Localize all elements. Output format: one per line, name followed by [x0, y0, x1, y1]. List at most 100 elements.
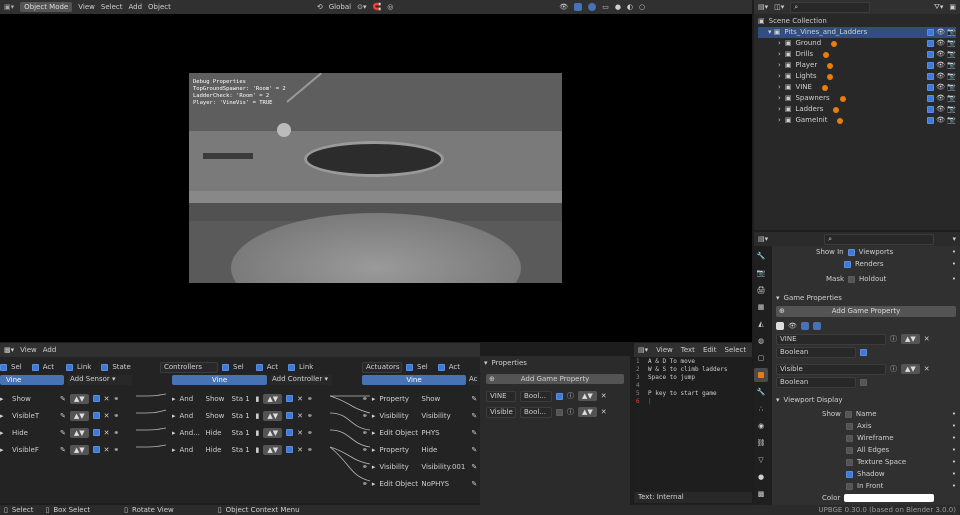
- particles-tab-icon[interactable]: ∴: [754, 402, 768, 416]
- pin-icon[interactable]: ✎: [471, 412, 477, 420]
- property-type-dropdown[interactable]: Boolean: [776, 376, 856, 388]
- outliner-item[interactable]: › ▣ Ground 👁 📷: [758, 38, 956, 49]
- remove-icon[interactable]: ✕: [104, 446, 110, 454]
- expand-icon[interactable]: ›: [778, 104, 781, 115]
- tool-tab-icon[interactable]: 🔧: [754, 249, 768, 263]
- data-tab-icon[interactable]: ▽: [754, 453, 768, 467]
- view-layer-tab-icon[interactable]: ▦: [754, 300, 768, 314]
- sensor-row[interactable]: ▸ VisibleF ✎ ▲▼ ✕ ⚭: [0, 441, 140, 458]
- menu-text[interactable]: Text: [681, 346, 695, 354]
- remove-icon[interactable]: ✕: [924, 365, 930, 373]
- move-arrows[interactable]: ▲▼: [901, 334, 920, 344]
- properties-search[interactable]: ⌕: [824, 233, 935, 245]
- add-controller-dropdown[interactable]: Add Controller ▾: [270, 375, 332, 385]
- option-checkbox[interactable]: [846, 434, 853, 442]
- editor-type-icon[interactable]: ▤▾: [758, 3, 768, 11]
- exclude-checkbox[interactable]: [926, 39, 934, 47]
- exclude-checkbox[interactable]: [926, 116, 934, 124]
- sensor-sel-checkbox[interactable]: [0, 363, 7, 371]
- sensor-row[interactable]: ▸ VisibleT ✎ ▲▼ ✕ ⚭: [0, 407, 140, 424]
- property-value-checkbox[interactable]: [860, 348, 867, 356]
- actuator-name[interactable]: NoPHYS: [421, 480, 467, 488]
- pin-icon[interactable]: ✎: [471, 395, 477, 403]
- shading-solid-icon[interactable]: ●: [615, 3, 621, 11]
- visibility-icon[interactable]: 👁: [559, 3, 568, 11]
- collection-row[interactable]: ▾ ▣ Pits_Vines_and_Ladders 👁 📷: [758, 27, 956, 38]
- property-type-dropdown[interactable]: Boolean: [776, 346, 856, 358]
- pin-icon[interactable]: ✎: [60, 412, 66, 420]
- text-content[interactable]: A & D To move W & S to climb ladders Spa…: [648, 358, 748, 406]
- mode-dropdown[interactable]: Object Mode: [20, 2, 73, 12]
- menu-edit[interactable]: Edit: [703, 346, 717, 354]
- move-arrows[interactable]: ▲▼: [901, 364, 920, 374]
- option-checkbox[interactable]: [846, 482, 853, 490]
- eye-icon[interactable]: 👁: [936, 83, 945, 91]
- camera-icon[interactable]: 📷: [947, 105, 956, 113]
- display-mode-icon[interactable]: ◫▾: [774, 3, 784, 11]
- link-icon[interactable]: ⚭: [114, 429, 120, 437]
- debug-toggle-icon[interactable]: ⓘ: [890, 364, 897, 374]
- camera-icon[interactable]: 📷: [947, 116, 956, 124]
- sensor-object[interactable]: Vine: [0, 375, 64, 385]
- viewport-display-option[interactable]: In Front •: [776, 480, 956, 492]
- camera-icon[interactable]: 📷: [947, 61, 956, 69]
- debug-toggle-icon[interactable]: ⓘ: [567, 407, 574, 417]
- property-name-field[interactable]: VINE: [486, 390, 516, 402]
- options-icon[interactable]: ▾: [952, 235, 956, 243]
- eye-icon[interactable]: 👁: [936, 39, 945, 47]
- add-actuator-dropdown[interactable]: Ac: [469, 375, 479, 385]
- expand-icon[interactable]: ›: [778, 49, 781, 60]
- world-tab-icon[interactable]: ◍: [754, 334, 768, 348]
- move-arrows[interactable]: ▲▼: [578, 391, 597, 401]
- filter-icon[interactable]: [776, 321, 784, 330]
- active-checkbox[interactable]: [92, 412, 100, 419]
- camera-icon[interactable]: 📷: [947, 72, 956, 80]
- controller-object[interactable]: Vine: [172, 375, 267, 385]
- expand-icon[interactable]: ›: [778, 38, 781, 49]
- sensor-act-checkbox[interactable]: [31, 363, 39, 371]
- menu-view[interactable]: View: [656, 346, 673, 354]
- property-name-field[interactable]: VINE: [776, 333, 886, 345]
- viewport-display-option[interactable]: All Edges •: [776, 444, 956, 456]
- viewport-display-option[interactable]: Wireframe •: [776, 432, 956, 444]
- controller-sel-checkbox[interactable]: [222, 363, 229, 371]
- render-tab-icon[interactable]: 📷: [754, 266, 768, 280]
- property-value-checkbox[interactable]: [556, 408, 563, 416]
- property-value-checkbox[interactable]: [556, 392, 563, 400]
- editor-type-icon[interactable]: ▣▾: [4, 3, 14, 11]
- new-collection-icon[interactable]: ▣: [949, 3, 956, 11]
- active-checkbox[interactable]: [92, 395, 100, 402]
- outliner-item[interactable]: › ▣ GameInit 👁 📷: [758, 115, 956, 126]
- expand-icon[interactable]: ›: [778, 93, 781, 104]
- actuator-name[interactable]: Visibility: [421, 412, 467, 420]
- eye-icon[interactable]: 👁: [936, 105, 945, 113]
- option-checkbox[interactable]: [844, 410, 852, 418]
- eye-icon[interactable]: 👁: [936, 94, 945, 102]
- copy-icon[interactable]: [800, 321, 809, 330]
- actuator-act-checkbox[interactable]: [437, 363, 445, 371]
- transform-orientation-icon[interactable]: ⟲: [317, 3, 323, 11]
- option-checkbox[interactable]: [846, 446, 853, 454]
- option-checkbox[interactable]: [846, 458, 853, 466]
- sensor-name[interactable]: VisibleT: [12, 412, 56, 420]
- sensor-row[interactable]: ▸ Show ✎ ▲▼ ✕ ⚭: [0, 390, 140, 407]
- link-icon[interactable]: ⚭: [114, 412, 120, 420]
- property-name-field[interactable]: Visible: [486, 406, 516, 418]
- viewport-display-option[interactable]: Axis •: [776, 420, 956, 432]
- camera-icon[interactable]: 📷: [947, 83, 956, 91]
- exclude-checkbox[interactable]: [926, 50, 934, 58]
- pin-icon[interactable]: ✎: [471, 446, 477, 454]
- camera-icon[interactable]: 📷: [947, 39, 956, 47]
- move-arrows[interactable]: ▲▼: [69, 393, 89, 404]
- pin-icon[interactable]: ✎: [471, 480, 477, 488]
- menu-view[interactable]: View: [20, 346, 37, 354]
- menu-select[interactable]: Select: [101, 3, 123, 11]
- expand-icon[interactable]: ›: [778, 60, 781, 71]
- exclude-checkbox[interactable]: [926, 72, 934, 80]
- property-type-dropdown[interactable]: Bool...: [520, 406, 552, 418]
- actuator-name[interactable]: Visibility.001: [421, 463, 467, 471]
- object-tab-icon[interactable]: [754, 368, 768, 382]
- collection-tab-icon[interactable]: ▢: [754, 351, 768, 365]
- actuator-name[interactable]: Hide: [421, 446, 467, 454]
- editor-type-icon[interactable]: ▩▾: [4, 346, 14, 354]
